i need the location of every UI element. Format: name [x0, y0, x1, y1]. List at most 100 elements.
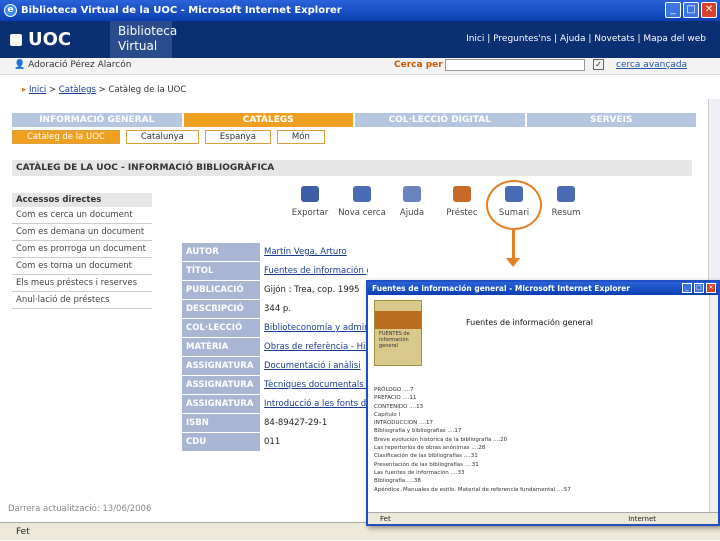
field-value: 84-89427-29-1: [260, 414, 368, 432]
breadcrumb-sep: >: [95, 85, 109, 95]
abstract-button[interactable]: Resum: [541, 186, 591, 218]
shortcut-item[interactable]: Com es cerca un document: [12, 207, 152, 224]
table-row: PUBLICACIÓ Gijón : Trea, cop. 1995: [182, 281, 368, 300]
loan-button[interactable]: Préstec: [437, 186, 487, 218]
library-title-line1: Biblioteca: [118, 24, 178, 38]
toc-item: Apéndice. Manuales de estilo. Material d…: [374, 486, 571, 493]
abstract-icon: [557, 186, 575, 202]
advanced-search-link[interactable]: cerca avançada: [616, 60, 687, 70]
help-icon: [403, 186, 421, 202]
top-navigation[interactable]: Inici | Preguntes'ns | Ajuda | Novetats …: [466, 34, 706, 44]
window-titlebar: e Biblioteca Virtual de la UOC - Microso…: [0, 0, 720, 21]
shortcut-item[interactable]: Com es torna un document: [12, 258, 152, 275]
tab-informacio-general[interactable]: INFORMACIÓ GENERAL: [12, 113, 184, 127]
field-value[interactable]: Documentació i anàlisi: [260, 357, 368, 375]
tab-colleccio-digital[interactable]: COL·LECCIÓ DIGITAL: [355, 113, 527, 127]
field-label: TÍTOL: [182, 262, 260, 280]
table-row: COL·LECCIÓBiblioteconomía y administraci…: [182, 319, 368, 338]
breadcrumb-home[interactable]: Inici: [29, 85, 46, 95]
table-of-contents: PRÓLOGO ....7 PREFACIO ....11 CONTENIDO …: [374, 386, 571, 494]
popup-scrollbar[interactable]: [709, 295, 718, 524]
breadcrumb-current: Catàleg de la UOC: [108, 85, 187, 95]
field-value[interactable]: Introducció a les fonts d'informació: [260, 395, 368, 413]
close-button[interactable]: ✕: [701, 2, 717, 18]
field-label: DESCRIPCIÓ: [182, 300, 260, 318]
shortcut-item[interactable]: Els meus préstecs i reserves: [12, 275, 152, 292]
new-search-button[interactable]: Nova cerca: [337, 186, 387, 218]
field-value[interactable]: Biblioteconomía y administración cultura…: [260, 319, 368, 337]
field-value: Gijón : Trea, cop. 1995: [260, 281, 368, 299]
user-name: 👤 Adoració Pérez Alarcón: [14, 60, 131, 70]
maximize-button[interactable]: □: [683, 2, 699, 18]
section-title: CATÀLEG DE LA UOC - INFORMACIÓ BIBLIOGRÀ…: [12, 160, 692, 176]
help-label: Ajuda: [399, 208, 425, 218]
shortcut-item[interactable]: Com es prorroga un document: [12, 241, 152, 258]
export-icon: [301, 186, 319, 202]
shortcuts-heading: Accessos directes: [12, 193, 152, 207]
toc-item: CONTENIDO ....13: [374, 403, 424, 410]
summary-popup-window[interactable]: Fuentes de información general - Microso…: [366, 280, 720, 526]
export-label: Exportar: [291, 208, 329, 218]
table-row: ISBN 84-89427-29-1: [182, 414, 368, 433]
book-cover-title: FUENTES de información general: [379, 331, 410, 349]
popup-close-button[interactable]: ✕: [706, 283, 716, 293]
arrow-line: [512, 230, 515, 260]
search-label: Cerca per: [394, 60, 443, 70]
toc-item: Breve evolución histórica de la bibliogr…: [374, 436, 508, 443]
table-row: ASSIGNATURAIntroducció a les fonts d'inf…: [182, 395, 368, 414]
logo-text: UOC: [28, 29, 72, 50]
subtab-cataleg-uoc[interactable]: Catàleg de la UOC: [12, 130, 120, 144]
subtab-espanya[interactable]: Espanya: [204, 130, 271, 144]
table-row: CDU 011: [182, 433, 368, 452]
last-update: Darrera actualització: 13/06/2006: [8, 504, 152, 514]
field-value[interactable]: Tècniques documentals i fonts: [260, 376, 368, 394]
field-value[interactable]: Martín Vega, Arturo: [260, 243, 368, 261]
search-submit-button[interactable]: ✓: [593, 59, 604, 70]
shortcut-item[interactable]: Anul·lació de préstecs: [12, 292, 152, 309]
minimize-button[interactable]: _: [665, 2, 681, 18]
ie-icon: e: [4, 4, 17, 17]
table-row: MATÈRIAObras de referència - Història: [182, 338, 368, 357]
breadcrumb-catalogs[interactable]: Catàlegs: [59, 85, 96, 95]
field-value[interactable]: Obras de referència - Història: [260, 338, 368, 356]
search-input[interactable]: [445, 59, 585, 71]
book-cover-stripe: [375, 311, 421, 329]
subtab-catalunya[interactable]: Catalunya: [125, 130, 199, 144]
library-title: Biblioteca Virtual: [110, 21, 178, 58]
subtab-mon[interactable]: Món: [276, 130, 325, 144]
popup-maximize-button[interactable]: □: [694, 283, 704, 293]
field-value[interactable]: Fuentes de información general / Arturo …: [260, 262, 368, 280]
user-name-label: Adoració Pérez Alarcón: [28, 60, 132, 70]
popup-minimize-button[interactable]: _: [682, 283, 692, 293]
search-icon: [353, 186, 371, 202]
status-text: Fet: [16, 527, 30, 537]
tab-catalegs[interactable]: CATÀLEGS: [183, 113, 355, 127]
field-label: ASSIGNATURA: [182, 376, 260, 394]
uoc-logo[interactable]: UOC: [0, 21, 110, 58]
toc-item: PRÓLOGO ....7: [374, 387, 414, 393]
loan-label: Préstec: [446, 208, 478, 218]
export-button[interactable]: Exportar: [285, 186, 335, 218]
toc-item: Bibliografía y bibliografías ....17: [374, 428, 462, 435]
table-row: TÍTOLFuentes de información general / Ar…: [182, 262, 368, 281]
main-tabs: INFORMACIÓ GENERAL CATÀLEGS COL·LECCIÓ D…: [12, 113, 698, 127]
toc-item: Las fuentes de información ....33: [374, 469, 465, 476]
toc-item: Capítulo I: [374, 411, 401, 418]
sub-tabs: Catàleg de la UOC Catalunya Espanya Món: [12, 130, 325, 144]
toc-item: INTRODUCCIÓN ....17: [374, 420, 433, 427]
field-label: CDU: [182, 433, 260, 451]
toc-item: Clasificación de las bibliografías ....3…: [374, 453, 478, 460]
field-label: PUBLICACIÓ: [182, 281, 260, 299]
popup-titlebar: Fuentes de información general - Microso…: [368, 282, 718, 295]
help-button[interactable]: Ajuda: [387, 186, 437, 218]
loan-icon: [453, 186, 471, 202]
highlight-circle: [486, 180, 542, 230]
tab-serveis[interactable]: SERVEIS: [526, 113, 698, 127]
field-value: 344 p.: [260, 300, 368, 318]
shortcut-item[interactable]: Com es demana un document: [12, 224, 152, 241]
field-label: AUTOR: [182, 243, 260, 261]
breadcrumb-arrow-icon: ▸: [22, 85, 29, 95]
field-label: ISBN: [182, 414, 260, 432]
logo-square-icon: [10, 33, 22, 46]
popup-status-text: Fet: [380, 515, 391, 523]
